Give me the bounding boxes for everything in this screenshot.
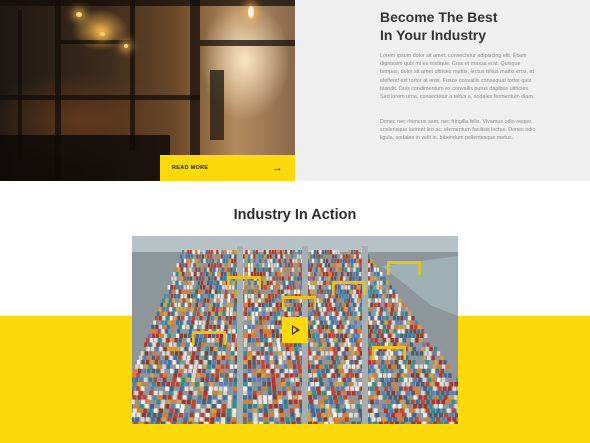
read-more-label: READ MORE: [172, 165, 209, 171]
play-button[interactable]: [282, 317, 308, 343]
intro-panel: Become The Best In Your Industry Lorem i…: [295, 0, 590, 181]
title-line-2: In Your Industry: [380, 27, 487, 43]
title-line-1: Become The Best: [380, 9, 498, 25]
industry-in-action-heading: Industry In Action: [233, 207, 357, 223]
intro-paragraph-1: Lorem ipsum dolor sit amet, consectetur …: [380, 53, 535, 101]
arrow-right-icon: →: [272, 161, 283, 174]
intro-paragraph-2: Donec nec rhoncus sem, nec fringilla fel…: [380, 119, 536, 142]
factory-interior-image: [0, 0, 295, 181]
read-more-button[interactable]: READ MORE →: [160, 155, 295, 181]
section-title: Become The Best In Your Industry: [380, 8, 580, 44]
about-section: READ MORE → Become The Best In Your Indu…: [0, 0, 590, 181]
play-icon: [292, 325, 300, 335]
